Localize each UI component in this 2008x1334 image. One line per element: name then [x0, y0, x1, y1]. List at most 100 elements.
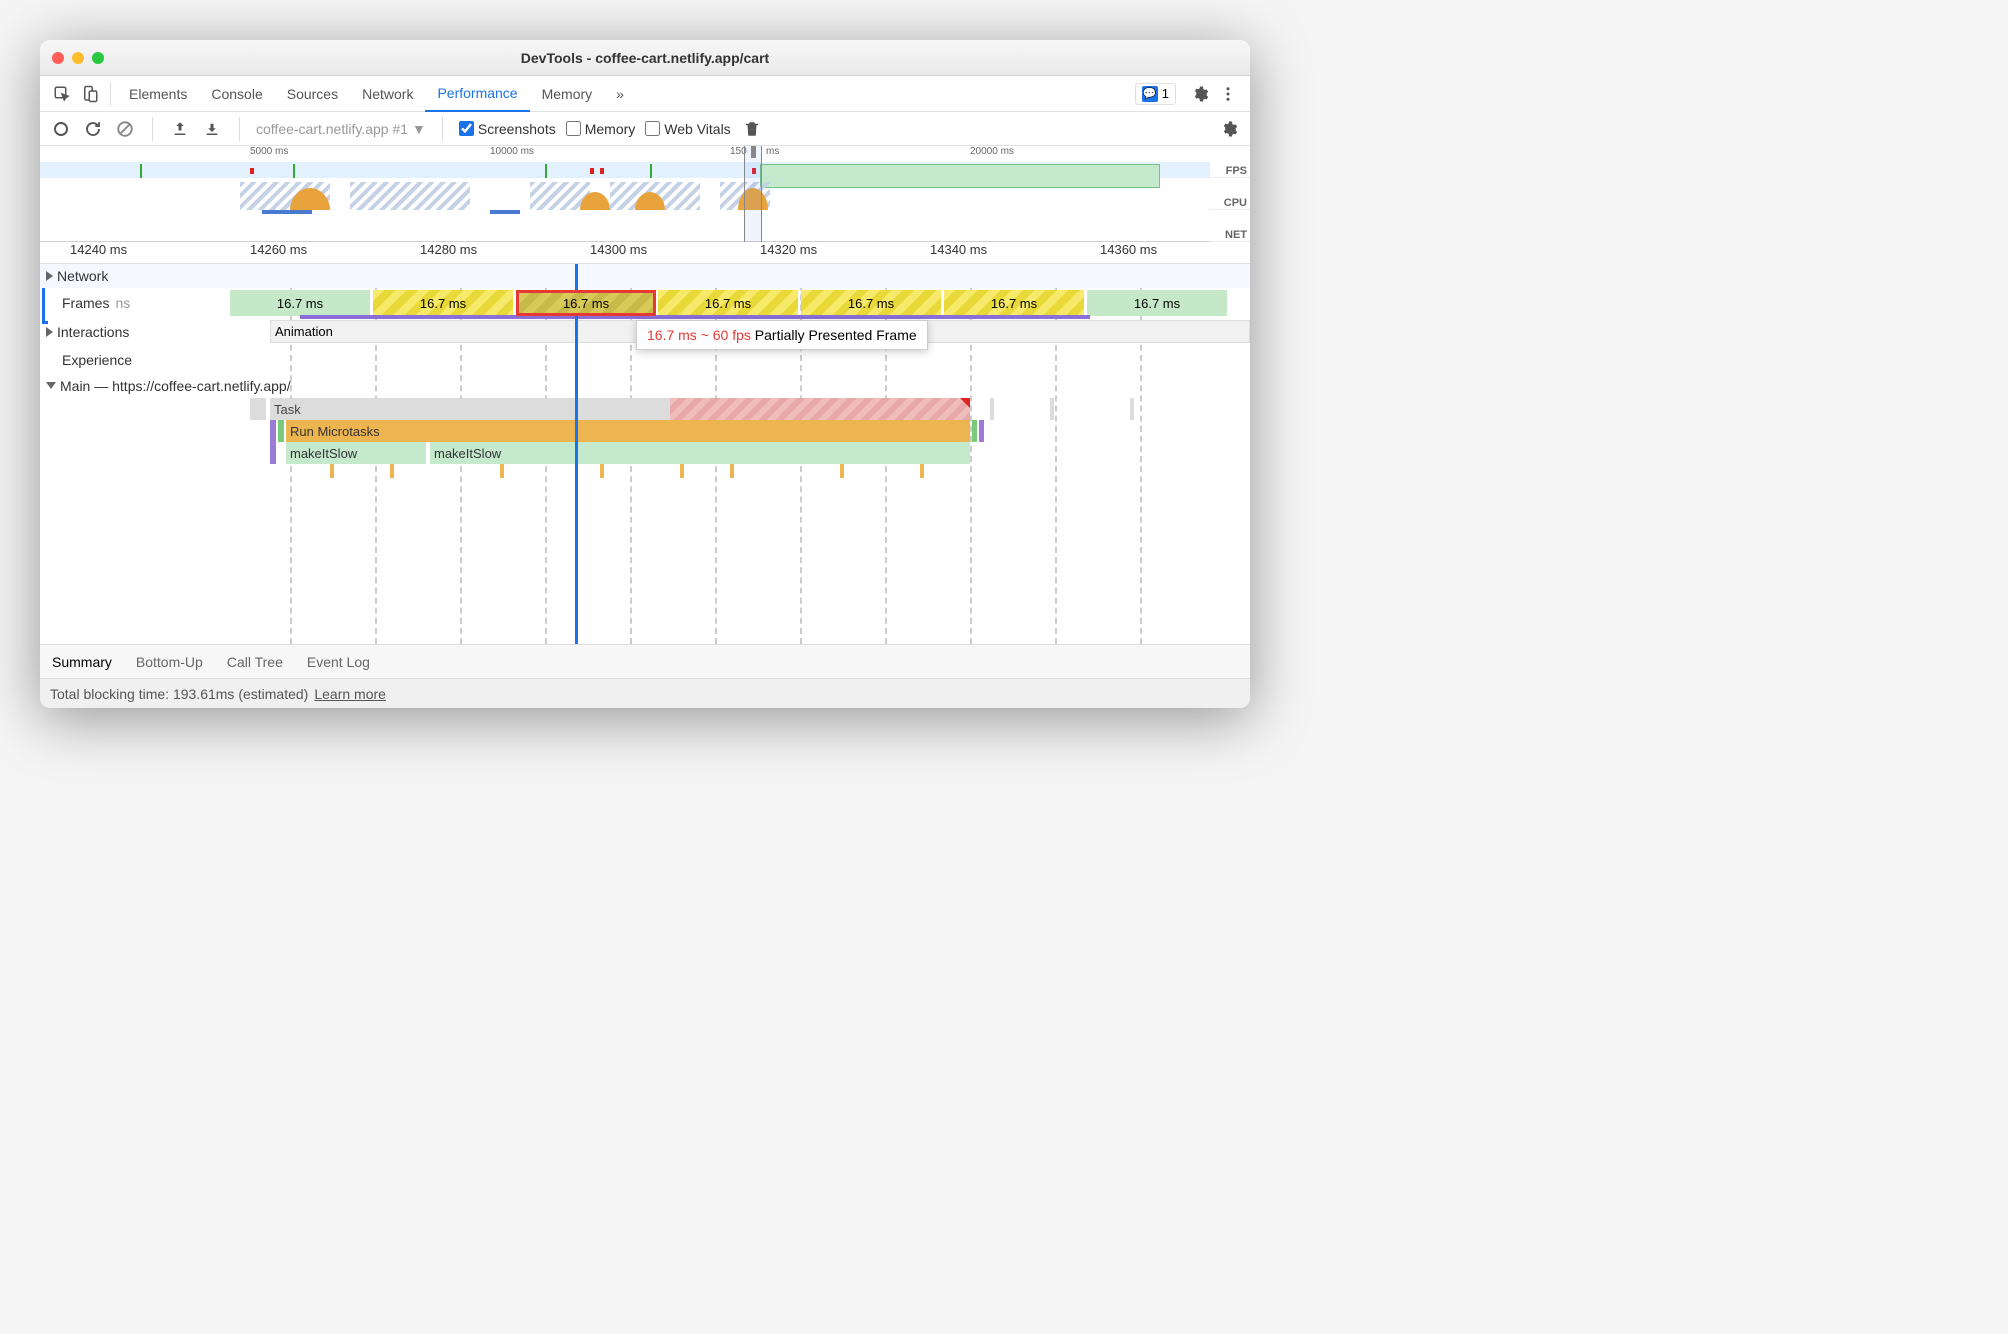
- expand-icon[interactable]: [46, 271, 53, 281]
- playhead[interactable]: [575, 264, 578, 644]
- tab-call-tree[interactable]: Call Tree: [227, 654, 283, 670]
- maximize-window-button[interactable]: [92, 52, 104, 64]
- status-bar: Total blocking time: 193.61ms (estimated…: [40, 678, 1250, 708]
- interactions-label: Interactions: [57, 324, 129, 340]
- task-block[interactable]: [1050, 398, 1054, 420]
- upload-profile-icon[interactable]: [169, 118, 191, 140]
- flame-tick[interactable]: [500, 464, 504, 478]
- microtasks-block[interactable]: Run Microtasks: [286, 420, 970, 442]
- tab-memory[interactable]: Memory: [530, 76, 605, 112]
- net-bar: [262, 210, 312, 214]
- flame-tick[interactable]: [390, 464, 394, 478]
- flame-tick[interactable]: [600, 464, 604, 478]
- tab-summary[interactable]: Summary: [52, 654, 112, 670]
- function-block[interactable]: makeItSlow: [286, 442, 426, 464]
- close-window-button[interactable]: [52, 52, 64, 64]
- learn-more-link[interactable]: Learn more: [314, 686, 386, 702]
- fps-bar: [140, 164, 142, 178]
- tab-sources[interactable]: Sources: [275, 76, 350, 112]
- network-label: Network: [57, 268, 108, 284]
- flame-block[interactable]: [270, 420, 276, 442]
- frames-track[interactable]: Framesns 16.7 ms 16.7 ms 16.7 ms 16.7 ms…: [40, 288, 1250, 318]
- frame-block[interactable]: 16.7 ms: [1087, 290, 1227, 316]
- task-block[interactable]: [990, 398, 994, 420]
- webvitals-input[interactable]: [645, 121, 660, 136]
- overview-lane-labels: FPS CPU NET: [1210, 146, 1250, 242]
- clear-button[interactable]: [114, 118, 136, 140]
- detail-ruler[interactable]: 14240 ms 14260 ms 14280 ms 14300 ms 1432…: [40, 242, 1250, 264]
- reload-record-button[interactable]: [82, 118, 104, 140]
- flame-block[interactable]: [972, 420, 977, 442]
- flame-tick[interactable]: [680, 464, 684, 478]
- collapse-icon[interactable]: [46, 382, 56, 389]
- issues-icon: 💬: [1142, 86, 1158, 102]
- kebab-menu-icon[interactable]: [1214, 80, 1242, 108]
- ruler-tick: 14240 ms: [70, 242, 127, 257]
- tab-more[interactable]: »: [604, 76, 636, 112]
- divider: [152, 117, 153, 141]
- frame-block[interactable]: 16.7 ms: [658, 290, 798, 316]
- memory-checkbox[interactable]: Memory: [566, 121, 636, 137]
- trash-icon[interactable]: [741, 118, 763, 140]
- main-track-header[interactable]: Main — https://coffee-cart.netlify.app/: [40, 374, 1250, 398]
- task-block[interactable]: [1130, 398, 1134, 420]
- device-toggle-icon[interactable]: [76, 80, 104, 108]
- flame-tick[interactable]: [920, 464, 924, 478]
- capture-settings-gear-icon[interactable]: [1218, 118, 1240, 140]
- issues-count: 1: [1162, 86, 1169, 101]
- experience-label: Experience: [62, 352, 132, 368]
- frame-block-selected[interactable]: 16.7 ms: [516, 290, 656, 316]
- memory-label: Memory: [585, 121, 636, 137]
- tab-elements[interactable]: Elements: [117, 76, 199, 112]
- webvitals-checkbox[interactable]: Web Vitals: [645, 121, 730, 137]
- panel-tabs: Elements Console Sources Network Perform…: [117, 76, 636, 112]
- tracks-area[interactable]: Network Framesns 16.7 ms 16.7 ms 16.7 ms…: [40, 264, 1250, 644]
- overview-fps-lane: [40, 162, 1210, 178]
- screenshots-input[interactable]: [459, 121, 474, 136]
- record-button[interactable]: [50, 118, 72, 140]
- experience-track[interactable]: Experience: [40, 346, 1250, 374]
- fps-label: FPS: [1210, 146, 1250, 178]
- inspect-icon[interactable]: [48, 80, 76, 108]
- flame-block[interactable]: [270, 442, 276, 464]
- flame-graph[interactable]: Task Run Microtasks makeItSlow makeItSlo…: [40, 398, 1250, 618]
- tooltip-timing: 16.7 ms ~ 60 fps: [647, 327, 751, 343]
- long-task-block[interactable]: [670, 398, 970, 420]
- webvitals-label: Web Vitals: [664, 121, 730, 137]
- tab-console[interactable]: Console: [199, 76, 274, 112]
- frame-block[interactable]: 16.7 ms: [801, 290, 941, 316]
- settings-gear-icon[interactable]: [1186, 80, 1214, 108]
- tab-performance[interactable]: Performance: [425, 76, 529, 112]
- flame-tick[interactable]: [840, 464, 844, 478]
- frame-block[interactable]: 16.7 ms: [230, 290, 370, 316]
- recording-selector[interactable]: coffee-cart.netlify.app #1 ▼: [256, 121, 426, 137]
- frame-block[interactable]: 16.7 ms: [373, 290, 513, 316]
- tab-network[interactable]: Network: [350, 76, 425, 112]
- flame-tick[interactable]: [730, 464, 734, 478]
- minimize-window-button[interactable]: [72, 52, 84, 64]
- tab-bottom-up[interactable]: Bottom-Up: [136, 654, 203, 670]
- download-profile-icon[interactable]: [201, 118, 223, 140]
- ruler-tick: 14360 ms: [1100, 242, 1157, 257]
- traffic-lights: [52, 52, 104, 64]
- expand-icon[interactable]: [46, 327, 53, 337]
- ruler-tick: 14340 ms: [930, 242, 987, 257]
- task-block[interactable]: [250, 398, 266, 420]
- function-block[interactable]: makeItSlow: [430, 442, 970, 464]
- flame-block[interactable]: [979, 420, 984, 442]
- fps-bar: [293, 164, 295, 178]
- overview-cpu-lane: [40, 178, 1210, 210]
- frame-block[interactable]: 16.7 ms: [944, 290, 1084, 316]
- memory-input[interactable]: [566, 121, 581, 136]
- network-track[interactable]: Network: [40, 264, 1250, 288]
- ruler-tick: 14300 ms: [590, 242, 647, 257]
- tab-event-log[interactable]: Event Log: [307, 654, 370, 670]
- overview-selection[interactable]: [744, 146, 762, 242]
- task-block[interactable]: Task: [270, 398, 670, 420]
- screenshots-checkbox[interactable]: Screenshots: [459, 121, 556, 137]
- issues-badge[interactable]: 💬 1: [1135, 83, 1176, 105]
- timeline-overview[interactable]: 5000 ms 10000 ms 150 ms 20000 ms: [40, 146, 1250, 242]
- cpu-label: CPU: [1210, 178, 1250, 210]
- flame-block[interactable]: [278, 420, 284, 442]
- flame-tick[interactable]: [330, 464, 334, 478]
